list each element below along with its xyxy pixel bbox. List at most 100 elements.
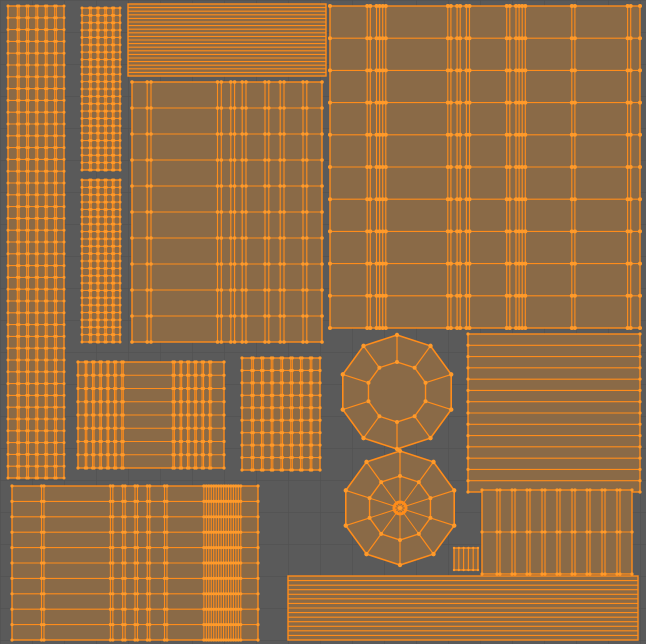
uv-vertex	[54, 63, 58, 67]
uv-vertex	[240, 443, 244, 447]
uv-vertex	[135, 592, 140, 596]
island-col-a[interactable]	[80, 6, 122, 172]
uv-vertex	[256, 638, 260, 642]
uv-vertex	[572, 68, 577, 73]
uv-vertex	[62, 205, 66, 209]
uv-vertex	[111, 546, 115, 550]
uv-vertex	[111, 592, 115, 596]
uv-vertex	[26, 358, 30, 362]
uv-vertex	[149, 262, 153, 266]
uv-vertex	[17, 205, 21, 209]
uv-vertex	[165, 592, 169, 596]
uv-vertex	[340, 407, 345, 412]
uv-vertex	[6, 299, 10, 303]
uv-vertex	[112, 131, 116, 135]
uv-vertex	[310, 418, 314, 422]
uv-vertex	[310, 393, 314, 397]
uv-vertex	[318, 455, 322, 460]
uv-vertex	[54, 193, 58, 197]
uv-vertex	[54, 358, 58, 362]
uv-vertex	[256, 530, 260, 534]
uv-vertex	[263, 314, 267, 318]
island-top-lines[interactable]	[127, 3, 327, 77]
uv-vertex	[80, 168, 84, 172]
uv-vertex	[201, 426, 206, 430]
island-right-lines[interactable]	[466, 332, 642, 494]
uv-vertex	[572, 197, 577, 202]
uv-vertex	[45, 264, 49, 268]
uv-vertex	[62, 287, 66, 291]
uv-vertex	[89, 80, 93, 84]
uv-vertex	[145, 132, 149, 136]
uv-vertex	[36, 323, 40, 327]
uv-vertex	[240, 340, 244, 344]
island-bottom-lines[interactable]	[287, 575, 639, 641]
island-left-tall[interactable]	[6, 4, 66, 480]
uv-vertex	[638, 4, 642, 8]
uv-vertex	[219, 262, 224, 266]
uv-vertex	[301, 80, 305, 84]
uv-vertex	[638, 433, 642, 438]
uv-vertex	[209, 453, 213, 457]
uv-vertex	[215, 314, 220, 318]
uv-vertex	[282, 314, 286, 318]
island-col-b[interactable]	[80, 178, 122, 344]
uv-vertex	[239, 592, 243, 596]
uv-vertex	[118, 259, 122, 263]
uv-vertex	[187, 373, 191, 377]
uv-vertex	[638, 456, 642, 460]
uv-vertex	[263, 132, 267, 136]
uv-vertex	[638, 229, 642, 234]
uv-vertex	[80, 161, 84, 165]
uv-vertex	[540, 488, 544, 492]
uv-vertex	[89, 252, 93, 256]
uv-vertex	[466, 366, 470, 370]
uv-vertex	[17, 429, 21, 433]
island-small-b[interactable]	[240, 356, 322, 472]
uv-vertex	[45, 240, 49, 244]
uv-vertex	[62, 63, 66, 67]
uv-vertex	[104, 50, 108, 54]
uv-vertex	[10, 515, 14, 519]
uv-vertex	[80, 43, 84, 47]
uv-vertex	[17, 299, 21, 303]
uv-vertex	[301, 288, 305, 292]
uv-vertex	[45, 228, 49, 232]
uv-vertex	[26, 464, 30, 468]
uv-vertex	[628, 132, 633, 137]
uv-vertex	[310, 356, 314, 360]
uv-vertex	[222, 400, 226, 404]
uv-vertex	[104, 207, 108, 211]
uv-vertex	[540, 530, 544, 534]
island-small-a[interactable]	[76, 360, 226, 470]
uv-vertex	[97, 109, 101, 113]
island-spool[interactable]	[452, 546, 480, 572]
uv-vertex	[80, 230, 84, 234]
island-big-grid[interactable]	[328, 4, 642, 330]
uv-vertex	[215, 184, 220, 188]
uv-vertex	[123, 607, 127, 611]
uv-vertex	[278, 80, 283, 84]
uv-vertex	[263, 106, 267, 110]
uv-vertex	[244, 340, 248, 344]
uv-vertex	[104, 325, 108, 329]
uv-vertex	[104, 109, 108, 113]
uv-vertex	[26, 110, 30, 114]
uv-editor-canvas[interactable]	[0, 0, 646, 644]
uv-vertex	[267, 210, 271, 214]
uv-vertex	[572, 165, 577, 169]
uv-vertex	[112, 124, 116, 128]
island-mid-grid[interactable]	[130, 80, 324, 344]
uv-vertex	[97, 303, 101, 307]
uv-vertex	[305, 106, 309, 110]
uv-vertex	[54, 299, 58, 303]
uv-vertex	[209, 426, 213, 430]
uv-vertex	[282, 158, 286, 162]
island-bottom-left[interactable]	[10, 484, 260, 642]
uv-vertex	[118, 318, 122, 322]
uv-vertex	[104, 340, 108, 344]
island-bottom-strips[interactable]	[480, 488, 634, 576]
uv-vertex	[62, 429, 66, 433]
uv-vertex	[17, 28, 21, 32]
uv-vertex	[278, 288, 283, 292]
